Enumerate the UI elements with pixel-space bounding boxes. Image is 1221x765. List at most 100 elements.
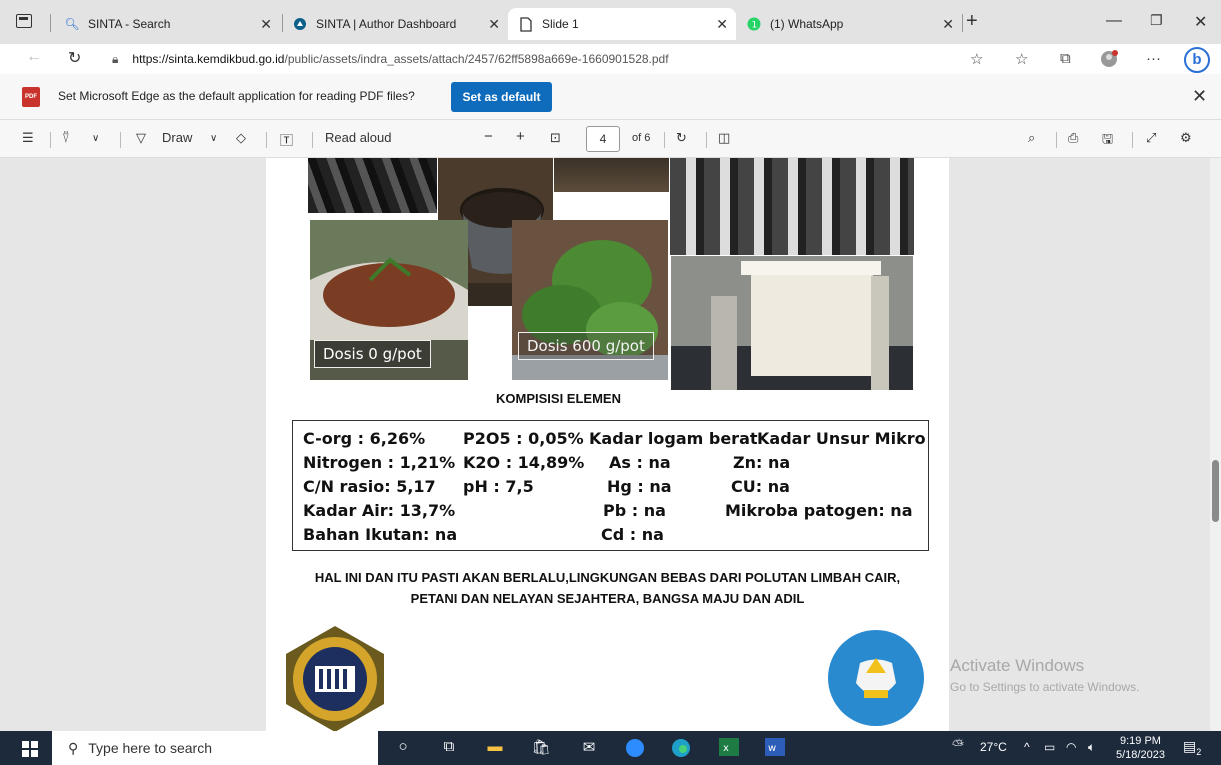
close-icon[interactable]: ✕: [942, 16, 954, 33]
charcoal-photo: [308, 158, 437, 213]
tab-slide-1[interactable]: Slide 1 ✕: [508, 8, 736, 40]
polytechnic-logo: [282, 624, 388, 731]
vertical-scrollbar[interactable]: [1210, 158, 1221, 731]
dose-label-right: Dosis 600 g/pot: [518, 332, 654, 360]
pdf-toolbar: ☰ ⍢ ∨ ▽ Draw ∨ ◇ 🅃︎ Read aloud − + ⊡ 4 o…: [0, 120, 1221, 158]
divider: [664, 132, 665, 148]
bing-icon[interactable]: b: [1184, 47, 1210, 73]
divider: [962, 14, 963, 32]
favorites-icon[interactable]: ☆: [1015, 50, 1028, 68]
scrollbar-thumb[interactable]: [1212, 460, 1219, 522]
search-placeholder: Type here to search: [88, 740, 213, 756]
close-icon[interactable]: ✕: [488, 16, 500, 33]
collections-icon[interactable]: ⧉: [1060, 50, 1071, 67]
close-icon[interactable]: ✕: [260, 16, 272, 33]
tab-author-dashboard[interactable]: SINTA | Author Dashboard ✕: [282, 8, 508, 40]
close-icon[interactable]: ✕: [716, 16, 728, 33]
mail-icon[interactable]: ✉: [578, 738, 600, 758]
battery-icon[interactable]: ▭: [1044, 740, 1055, 754]
pdf-icon: PDF: [22, 87, 40, 107]
default-app-infobar: PDF Set Microsoft Edge as the default ap…: [0, 74, 1221, 120]
word-icon[interactable]: w: [764, 738, 786, 758]
search-icon: 🔍︎: [64, 17, 80, 31]
search-icon[interactable]: ⌕: [1028, 130, 1035, 146]
settings-gear-icon[interactable]: ⚙: [1180, 130, 1192, 146]
restore-button[interactable]: ❐: [1150, 12, 1163, 29]
clock[interactable]: 9:19 PM 5/18/2023: [1116, 734, 1165, 762]
divider: [1056, 132, 1057, 148]
edge-icon[interactable]: [670, 738, 692, 758]
contents-icon[interactable]: ☰: [22, 130, 34, 146]
svg-text:x: x: [723, 743, 729, 754]
tab-bar: 🔍︎ SINTA - Search ✕ SINTA | Author Dashb…: [0, 0, 1221, 44]
table-cell: Hg : na: [607, 477, 672, 496]
table-cell: Pb : na: [603, 501, 666, 520]
set-as-default-button[interactable]: Set as default: [451, 82, 552, 112]
refresh-icon[interactable]: ↻: [68, 48, 81, 68]
taskbar-search-input[interactable]: ⚲ Type here to search: [52, 731, 378, 765]
print-icon[interactable]: ⎙: [1068, 130, 1078, 146]
zoom-in-button[interactable]: +: [516, 128, 525, 145]
infobar-message: Set Microsoft Edge as the default applic…: [58, 89, 415, 103]
file-explorer-icon[interactable]: ▬: [484, 738, 506, 758]
composition-table: C-org : 6,26% P2O5 : 0,05% Kadar logam b…: [292, 420, 929, 551]
table-cell: CU: na: [731, 477, 790, 496]
text-icon[interactable]: 🅃︎: [280, 130, 293, 149]
draw-icon[interactable]: ▽: [136, 130, 146, 146]
chevron-down-icon[interactable]: ∨: [92, 133, 99, 144]
read-aloud-button[interactable]: Read aloud: [325, 130, 392, 145]
weather-icon[interactable]: ⛅︎: [952, 737, 964, 754]
composition-title: KOMPISISI ELEMEN: [496, 391, 621, 406]
save-icon[interactable]: 🖫︎: [1102, 130, 1113, 152]
page-icon: [518, 16, 534, 32]
fit-page-icon[interactable]: ⊡: [550, 130, 561, 146]
search-icon: ⚲: [68, 739, 79, 756]
divider: [1132, 132, 1133, 148]
divider: [312, 132, 313, 148]
slogan-line-1: HAL INI DAN ITU PASTI AKAN BERLALU,LINGK…: [314, 570, 901, 585]
address-bar: ← ↻ 🔒︎ https://sinta.kemdikbud.go.id/pub…: [0, 44, 1221, 74]
zoom-icon[interactable]: [624, 738, 646, 758]
notification-glyph: ▤: [1183, 738, 1197, 754]
notification-icon[interactable]: ▤2: [1183, 738, 1203, 758]
store-icon[interactable]: 🛍︎: [530, 738, 552, 758]
show-hidden-icons-icon[interactable]: ^: [1024, 740, 1030, 754]
url-host: https://sinta.kemdikbud.go.id: [132, 52, 285, 66]
excel-icon[interactable]: x: [718, 738, 740, 758]
taskbar: ⚲ Type here to search ○ ⧉ ▬ 🛍︎ ✉ x w ⛅︎ …: [0, 731, 1221, 765]
windows-start-icon[interactable]: [22, 741, 38, 757]
wifi-icon[interactable]: ◠: [1066, 740, 1076, 754]
table-cell: Nitrogen : 1,21%: [303, 453, 456, 472]
close-window-button[interactable]: ✕: [1194, 12, 1207, 32]
favorite-star-icon[interactable]: ☆: [970, 50, 983, 68]
new-tab-button[interactable]: +: [966, 10, 978, 33]
svg-text:1: 1: [752, 21, 758, 31]
eraser-icon[interactable]: ◇: [236, 130, 246, 146]
zoom-out-button[interactable]: −: [484, 128, 493, 145]
page-number-input[interactable]: 4: [586, 126, 620, 152]
cortana-icon[interactable]: ○: [392, 738, 414, 758]
chevron-down-icon[interactable]: ∨: [210, 133, 217, 144]
minimize-button[interactable]: —: [1106, 12, 1122, 30]
tab-actions-icon[interactable]: [16, 14, 32, 28]
volume-icon[interactable]: 🔈︎: [1088, 740, 1095, 755]
tab-whatsapp[interactable]: 1 (1) WhatsApp ✕: [736, 8, 962, 40]
rotate-icon[interactable]: ↻: [676, 130, 687, 146]
table-cell: C/N rasio: 5,17: [303, 477, 436, 496]
table-cell: Bahan Ikutan: na: [303, 525, 458, 544]
fullscreen-icon[interactable]: ⤢: [1146, 130, 1156, 146]
page-view-icon[interactable]: ◫: [718, 130, 730, 146]
more-icon[interactable]: ···: [1146, 50, 1161, 67]
table-cell: P2O5 : 0,05%: [463, 429, 584, 448]
profile-avatar[interactable]: [1100, 50, 1118, 72]
highlight-icon[interactable]: ⍢: [62, 130, 70, 146]
temperature[interactable]: 27°C: [980, 740, 1007, 754]
url-field[interactable]: 🔒︎ https://sinta.kemdikbud.go.id/public/…: [112, 46, 1002, 72]
draw-label[interactable]: Draw: [162, 130, 192, 145]
tab-sinta-search[interactable]: 🔍︎ SINTA - Search ✕: [54, 8, 280, 40]
table-cell: C-org : 6,26%: [303, 429, 426, 448]
task-view-icon[interactable]: ⧉: [438, 738, 460, 758]
svg-text:w: w: [768, 743, 776, 754]
back-icon[interactable]: ←: [26, 48, 42, 66]
close-icon[interactable]: ✕: [1192, 86, 1207, 107]
